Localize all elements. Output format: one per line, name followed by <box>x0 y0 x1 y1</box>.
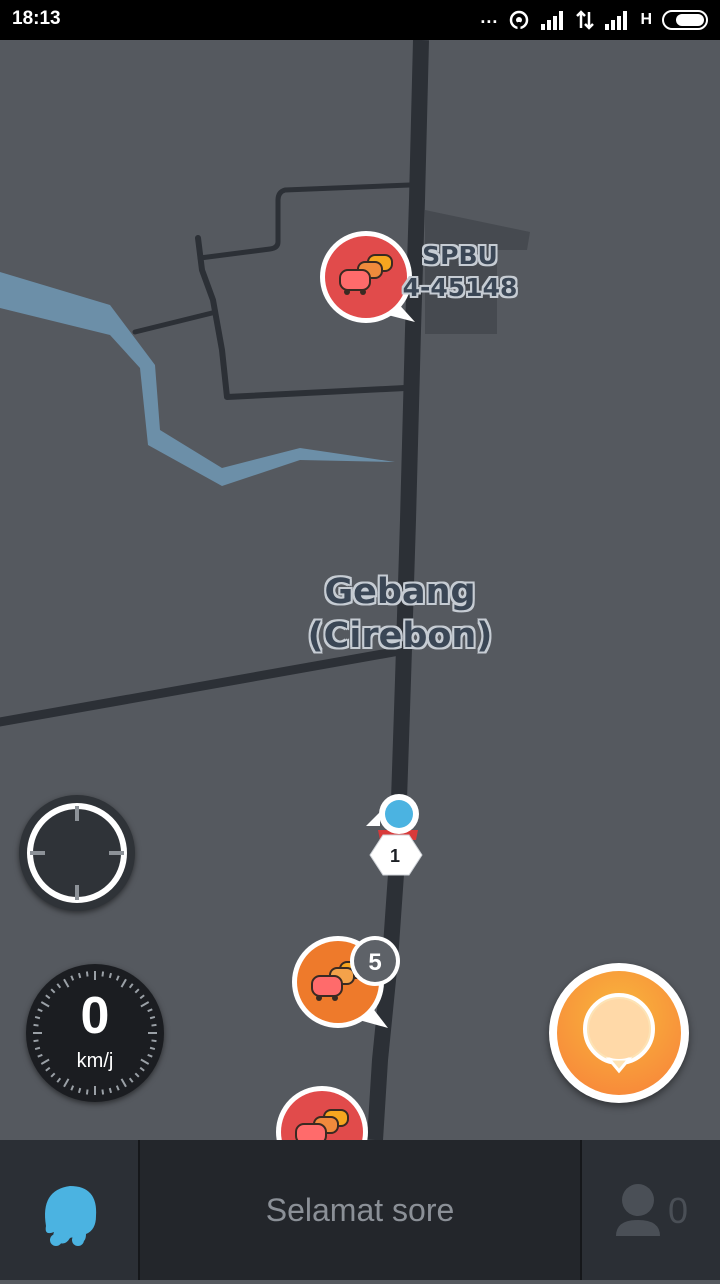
recenter-button[interactable] <box>19 795 135 911</box>
poi-label-line2: 4-45148 <box>402 273 518 302</box>
traffic-jam-marker-3[interactable] <box>276 1086 368 1140</box>
hotspot-icon <box>510 10 529 30</box>
signal-icon-2 <box>605 11 628 30</box>
status-icons: ... H <box>480 6 710 34</box>
poi-label: SPBU 4-45148 <box>400 240 520 304</box>
greeting-bar[interactable]: Selamat sore <box>140 1140 582 1280</box>
bottom-bar: Selamat sore 0 <box>0 1140 720 1280</box>
data-transfer-icon <box>576 10 595 30</box>
status-bar: 18:13 ... H <box>0 0 720 40</box>
signal-icon-1 <box>541 11 564 30</box>
friends-count: 0 <box>668 1190 689 1231</box>
place-label-line1: Gebang <box>324 572 476 612</box>
crosshair-icon <box>27 803 127 903</box>
report-button-fill <box>557 971 681 1095</box>
greeting-text: Selamat sore <box>265 1191 455 1228</box>
report-pin-icon <box>583 993 655 1074</box>
speed-unit: km/j <box>76 1050 114 1072</box>
network-type: H <box>640 11 652 28</box>
status-time: 18:13 <box>12 8 61 29</box>
more-dots-icon: ... <box>480 6 499 27</box>
place-label: Gebang (Cirebon) <box>290 570 510 658</box>
battery-icon <box>662 10 708 30</box>
user-location-marker[interactable]: 1 <box>366 794 423 876</box>
traffic-count-badge: 5 <box>368 949 381 976</box>
menu-button[interactable] <box>0 1140 140 1280</box>
route-number: 1 <box>390 846 400 866</box>
friends-button[interactable]: 0 <box>582 1140 720 1280</box>
speed-value: 0 <box>80 987 110 1045</box>
poi-label-line1: SPBU <box>422 241 498 270</box>
waze-mood-icon <box>45 1186 97 1246</box>
place-label-line2: (Cirebon) <box>307 616 493 656</box>
speedometer: 0 km/j <box>26 964 164 1102</box>
report-button[interactable] <box>549 963 689 1103</box>
